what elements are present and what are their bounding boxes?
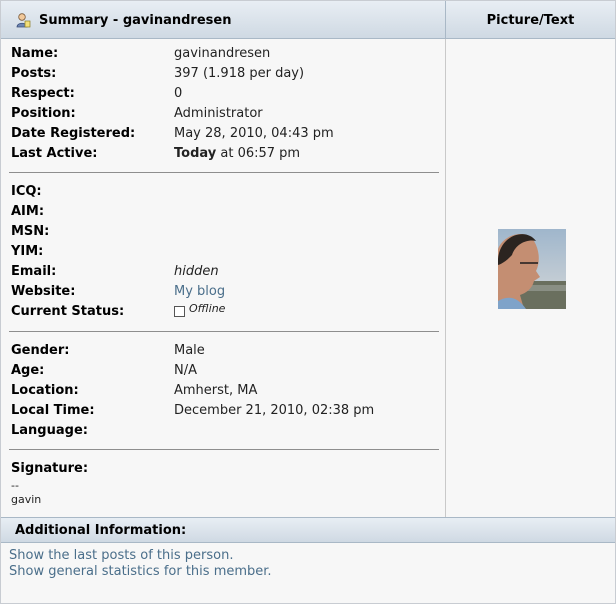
local-time-row: Local Time: December 21, 2010, 02:38 pm: [11, 400, 441, 420]
registered-value: May 28, 2010, 04:43 pm: [174, 125, 334, 141]
website-row: Website: My blog: [11, 281, 441, 301]
language-row: Language:: [11, 420, 441, 440]
gender-value: Male: [174, 342, 205, 358]
last-active-day: Today: [174, 145, 217, 161]
status-text: Offline: [189, 301, 226, 315]
aim-label: AIM:: [11, 203, 45, 219]
profile-frame: Summary - gavinandresen Picture/Text Nam…: [0, 0, 616, 604]
last-active-value: Today at 06:57 pm: [174, 146, 300, 161]
age-value: N/A: [174, 362, 197, 378]
age-row: Age: N/A: [11, 360, 441, 380]
position-row: Position: Administrator: [11, 103, 441, 123]
name-row: Name: gavinandresen: [11, 43, 441, 63]
language-label: Language:: [11, 422, 88, 438]
offline-checkbox-icon: [174, 305, 185, 317]
additional-info-header: Additional Information:: [1, 517, 615, 543]
divider: [9, 449, 439, 450]
last-active-time: at 06:57 pm: [216, 145, 301, 161]
name-label: Name:: [11, 45, 59, 61]
posts-label: Posts:: [11, 65, 57, 81]
location-label: Location:: [11, 382, 79, 398]
signature-label: Signature:: [11, 460, 89, 476]
posts-row: Posts: 397 (1.918 per day): [11, 63, 441, 83]
summary-title: Summary - gavinandresen: [39, 12, 232, 28]
location-value: Amherst, MA: [174, 382, 258, 398]
status-value: Offline: [174, 301, 226, 319]
icq-label: ICQ:: [11, 183, 42, 199]
respect-value: 0: [174, 85, 183, 101]
status-label: Current Status:: [11, 303, 125, 319]
last-active-label: Last Active:: [11, 145, 98, 161]
position-value: Administrator: [174, 105, 263, 121]
msn-label: MSN:: [11, 223, 50, 239]
gender-label: Gender:: [11, 342, 70, 358]
age-label: Age:: [11, 362, 45, 378]
last-active-row: Last Active: Today at 06:57 pm: [11, 143, 441, 163]
show-statistics-link[interactable]: Show general statistics for this member.: [9, 564, 607, 580]
email-value: hidden: [174, 263, 219, 279]
yim-row: YIM:: [11, 241, 441, 261]
respect-label: Respect:: [11, 85, 75, 101]
summary-header: Summary - gavinandresen Picture/Text: [1, 1, 615, 39]
icq-row: ICQ:: [11, 181, 441, 201]
show-last-posts-link[interactable]: Show the last posts of this person.: [9, 548, 607, 564]
yim-label: YIM:: [11, 243, 44, 259]
email-row: Email: hidden: [11, 261, 441, 281]
website-link[interactable]: My blog: [174, 284, 225, 299]
signature-row: Signature:: [11, 458, 441, 478]
profile-details: Name: gavinandresen Posts: 397 (1.918 pe…: [1, 39, 445, 517]
location-row: Location: Amherst, MA: [11, 380, 441, 400]
divider: [9, 331, 439, 332]
summary-title-cell: Summary - gavinandresen: [1, 1, 445, 39]
signature-line: --: [11, 479, 19, 492]
status-row: Current Status: Offline: [11, 301, 441, 321]
avatar: [498, 229, 566, 309]
user-icon: [15, 12, 31, 28]
msn-row: MSN:: [11, 221, 441, 241]
position-label: Position:: [11, 105, 76, 121]
divider: [9, 172, 439, 173]
local-time-label: Local Time:: [11, 402, 95, 418]
posts-value: 397 (1.918 per day): [174, 65, 305, 81]
registered-row: Date Registered: May 28, 2010, 04:43 pm: [11, 123, 441, 143]
additional-info-body: Show the last posts of this person. Show…: [1, 543, 615, 603]
website-label: Website:: [11, 283, 76, 299]
name-value: gavinandresen: [174, 45, 271, 61]
aim-row: AIM:: [11, 201, 441, 221]
picture-text-header: Picture/Text: [445, 1, 615, 39]
registered-label: Date Registered:: [11, 125, 136, 141]
respect-row: Respect: 0: [11, 83, 441, 103]
picture-column: [445, 39, 615, 517]
gender-row: Gender: Male: [11, 340, 441, 360]
signature-name: gavin: [11, 493, 42, 506]
local-time-value: December 21, 2010, 02:38 pm: [174, 402, 375, 418]
email-label: Email:: [11, 263, 57, 279]
